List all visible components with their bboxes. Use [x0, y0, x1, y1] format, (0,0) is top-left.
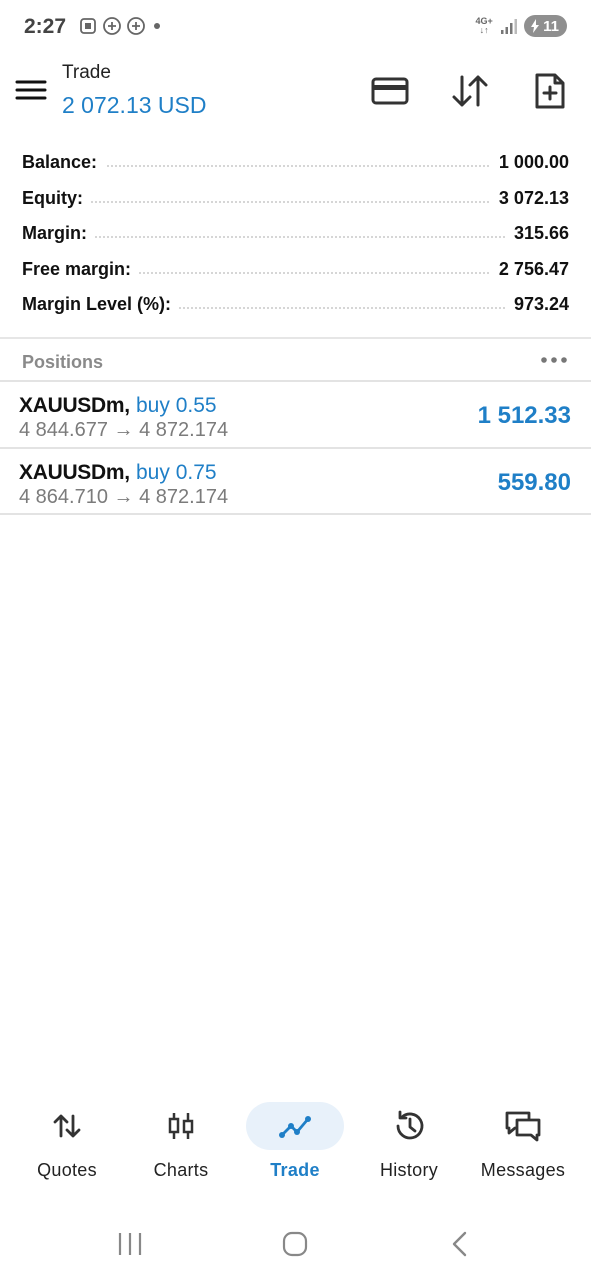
- position-symbol: XAUUSDm,: [19, 394, 130, 417]
- nav-label: Charts: [153, 1160, 209, 1180]
- summary-row-margin: Margin: 315.66: [0, 217, 591, 253]
- status-time: 2:27: [24, 15, 67, 38]
- summary-label: Balance:: [22, 152, 106, 173]
- charging-bolt-icon: [531, 19, 540, 33]
- notification-icons: [78, 16, 164, 36]
- header-balance: 2 072.13 USD: [62, 92, 207, 118]
- battery-indicator: 11: [524, 15, 567, 37]
- dotted-leader: [22, 236, 569, 238]
- position-profit: 1 512.33: [477, 402, 571, 429]
- summary-value: 2 756.47: [490, 258, 569, 280]
- chat-bubbles-icon: [505, 1111, 541, 1142]
- app-header: Trade 2 072.13 USD: [0, 56, 591, 136]
- dot-icon: [154, 23, 160, 29]
- sort-button[interactable]: [447, 68, 493, 114]
- new-document-icon: [535, 73, 565, 109]
- positions-title: Positions: [22, 352, 104, 372]
- account-summary: Balance: 1 000.00 Equity: 3 072.13 Margi…: [0, 146, 591, 324]
- page-title: Trade: [62, 62, 111, 83]
- nav-history[interactable]: History: [360, 1096, 458, 1196]
- summary-row-margin-level: Margin Level (%): 973.24: [0, 288, 591, 324]
- menu-button[interactable]: [14, 73, 48, 107]
- status-bar: 2:27 4G+ ↓↑ 11: [0, 0, 591, 56]
- back-chevron-icon: [452, 1231, 467, 1257]
- new-order-button[interactable]: [527, 68, 573, 114]
- system-navigation-bar: [0, 1210, 591, 1280]
- nav-quotes[interactable]: Quotes: [18, 1096, 116, 1196]
- credit-card-icon: [371, 77, 409, 105]
- summary-label: Margin Level (%):: [22, 294, 180, 315]
- nav-icon-container: [246, 1102, 344, 1150]
- summary-row-equity: Equity: 3 072.13: [0, 182, 591, 218]
- position-prices: 4 864.710 → 4 872.174: [19, 486, 229, 508]
- home-icon: [282, 1231, 308, 1257]
- row-divider: [0, 513, 591, 515]
- positions-header: Positions: [0, 339, 591, 380]
- nav-icon-container: [18, 1102, 116, 1150]
- position-prices: 4 844.677 → 4 872.174: [19, 419, 229, 441]
- nav-label: Trade: [270, 1160, 320, 1180]
- nav-icon-container: [474, 1102, 572, 1150]
- position-direction: buy 0.55: [136, 394, 217, 417]
- summary-label: Equity:: [22, 187, 91, 209]
- nav-messages[interactable]: Messages: [474, 1096, 572, 1196]
- nav-trade[interactable]: Trade: [246, 1096, 344, 1196]
- nav-icon-container: [360, 1102, 458, 1150]
- history-clock-icon: [396, 1110, 424, 1140]
- screenshot-icon: [80, 18, 96, 34]
- dotted-leader: [22, 200, 569, 203]
- candlestick-icon: [168, 1113, 194, 1139]
- position-row[interactable]: XAUUSDm, buy 0.55 4 844.677 → 4 872.174 …: [0, 381, 591, 446]
- deposit-button[interactable]: [367, 68, 413, 114]
- summary-value: 315.66: [505, 223, 569, 244]
- position-profit: 559.80: [497, 469, 571, 496]
- summary-label: Free margin:: [22, 258, 140, 280]
- summary-value: 973.24: [505, 294, 569, 315]
- add-circle-icon: [127, 17, 145, 35]
- hamburger-menu-icon: [15, 80, 47, 100]
- sort-arrows-icon: [452, 75, 488, 107]
- back-button[interactable]: [440, 1224, 480, 1264]
- position-row[interactable]: XAUUSDm, buy 0.75 4 864.710 → 4 872.174 …: [0, 448, 591, 513]
- summary-row-balance: Balance: 1 000.00: [0, 146, 591, 182]
- quotes-arrows-icon: [53, 1114, 81, 1138]
- position-direction: buy 0.75: [136, 461, 217, 484]
- recent-apps-button[interactable]: [110, 1224, 150, 1264]
- network-type-icon: 4G+ ↓↑: [475, 16, 493, 35]
- nav-label: History: [379, 1160, 439, 1180]
- nav-charts[interactable]: Charts: [132, 1096, 230, 1196]
- trade-line-icon: [279, 1116, 311, 1138]
- summary-value: 1 000.00: [490, 152, 569, 173]
- battery-level: 11: [543, 17, 559, 35]
- nav-icon-container: [132, 1102, 230, 1150]
- summary-row-free-margin: Free margin: 2 756.47: [0, 253, 591, 289]
- signal-icon: [501, 19, 518, 34]
- add-circle-icon: [103, 17, 121, 35]
- summary-value: 3 072.13: [490, 187, 569, 209]
- summary-label: Margin:: [22, 223, 95, 244]
- position-symbol: XAUUSDm,: [19, 461, 130, 484]
- more-dots-icon: [541, 357, 567, 363]
- system-status: 4G+ ↓↑ 11: [474, 15, 567, 37]
- nav-label: Messages: [480, 1160, 566, 1180]
- recent-apps-icon: [118, 1233, 142, 1255]
- home-button[interactable]: [275, 1224, 315, 1264]
- positions-more-button[interactable]: [539, 349, 569, 371]
- bottom-navigation: Quotes Charts Trade History Messages: [0, 1096, 591, 1196]
- nav-label: Quotes: [37, 1160, 97, 1180]
